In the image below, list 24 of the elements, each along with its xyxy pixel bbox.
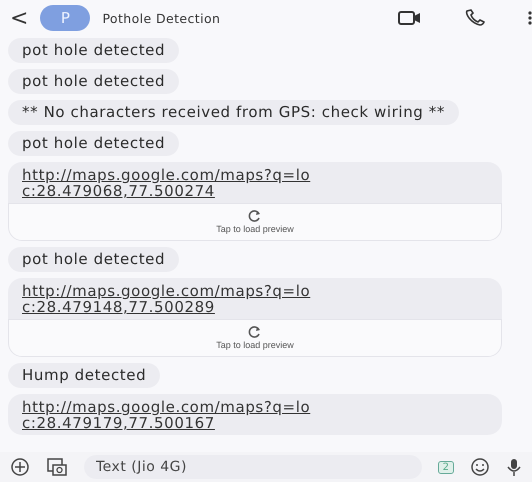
phone-icon[interactable] [464, 9, 486, 27]
refresh-icon [248, 326, 262, 338]
more-icon[interactable] [528, 11, 532, 25]
message-bubble: pot hole detected [8, 69, 180, 94]
message-bubble: pot hole detected [8, 38, 180, 63]
message-input[interactable]: Text (Jio 4G) [84, 455, 422, 479]
message-bubble: Hump detected [8, 363, 160, 388]
map-link[interactable]: http://maps.google.com/maps?q=loc:28.479068,77.500274 [8, 162, 336, 203]
microphone-icon[interactable] [506, 457, 522, 477]
load-preview-button[interactable]: Tap to load preview [8, 203, 502, 241]
gallery-icon[interactable] [46, 457, 68, 477]
message-bubble: pot hole detected [8, 131, 180, 156]
map-link[interactable]: http://maps.google.com/maps?q=loc:28.479179,77.500167 [8, 394, 336, 435]
back-button[interactable]: < [10, 6, 28, 30]
video-call-icon[interactable] [398, 10, 422, 26]
load-preview-button[interactable]: Tap to load preview [8, 319, 502, 357]
map-link[interactable]: http://maps.google.com/maps?q=loc:28.479148,77.500289 [8, 278, 336, 319]
contact-avatar: P [40, 5, 90, 31]
message-bubble: ** No characters received from GPS: check wiring ** [8, 100, 459, 125]
add-icon[interactable] [10, 457, 30, 477]
emoji-icon[interactable] [470, 457, 490, 477]
contact-name: Pothole Detection [102, 10, 222, 26]
message-bubble: pot hole detected [8, 247, 180, 272]
refresh-icon [248, 210, 262, 222]
